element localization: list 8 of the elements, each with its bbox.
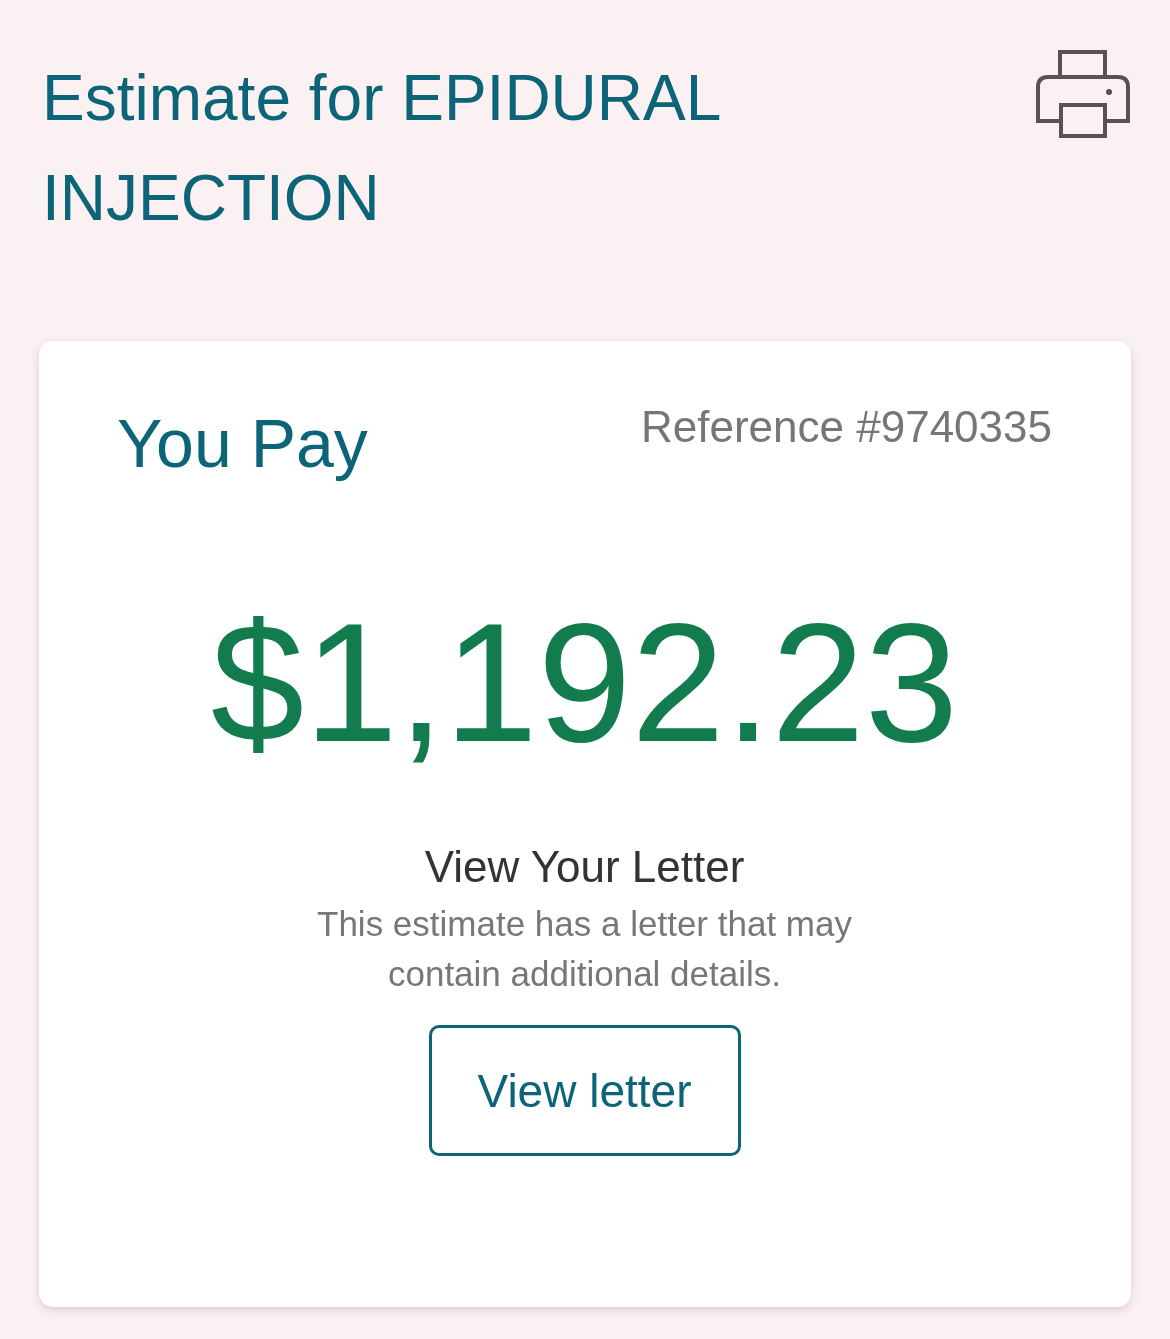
reference-number: Reference #9740335 — [641, 401, 1052, 453]
letter-description: This estimate has a letter that may contain additional details. — [316, 903, 853, 995]
view-letter-button[interactable]: View letter — [428, 1025, 741, 1156]
you-pay-heading: You Pay — [117, 404, 368, 483]
print-icon[interactable] — [1036, 50, 1130, 138]
amount-text: $1,192.23 — [210, 593, 959, 773]
letter-title: View Your Letter — [424, 841, 745, 893]
page-title: Estimate for EPIDURAL INJECTION — [42, 61, 721, 236]
